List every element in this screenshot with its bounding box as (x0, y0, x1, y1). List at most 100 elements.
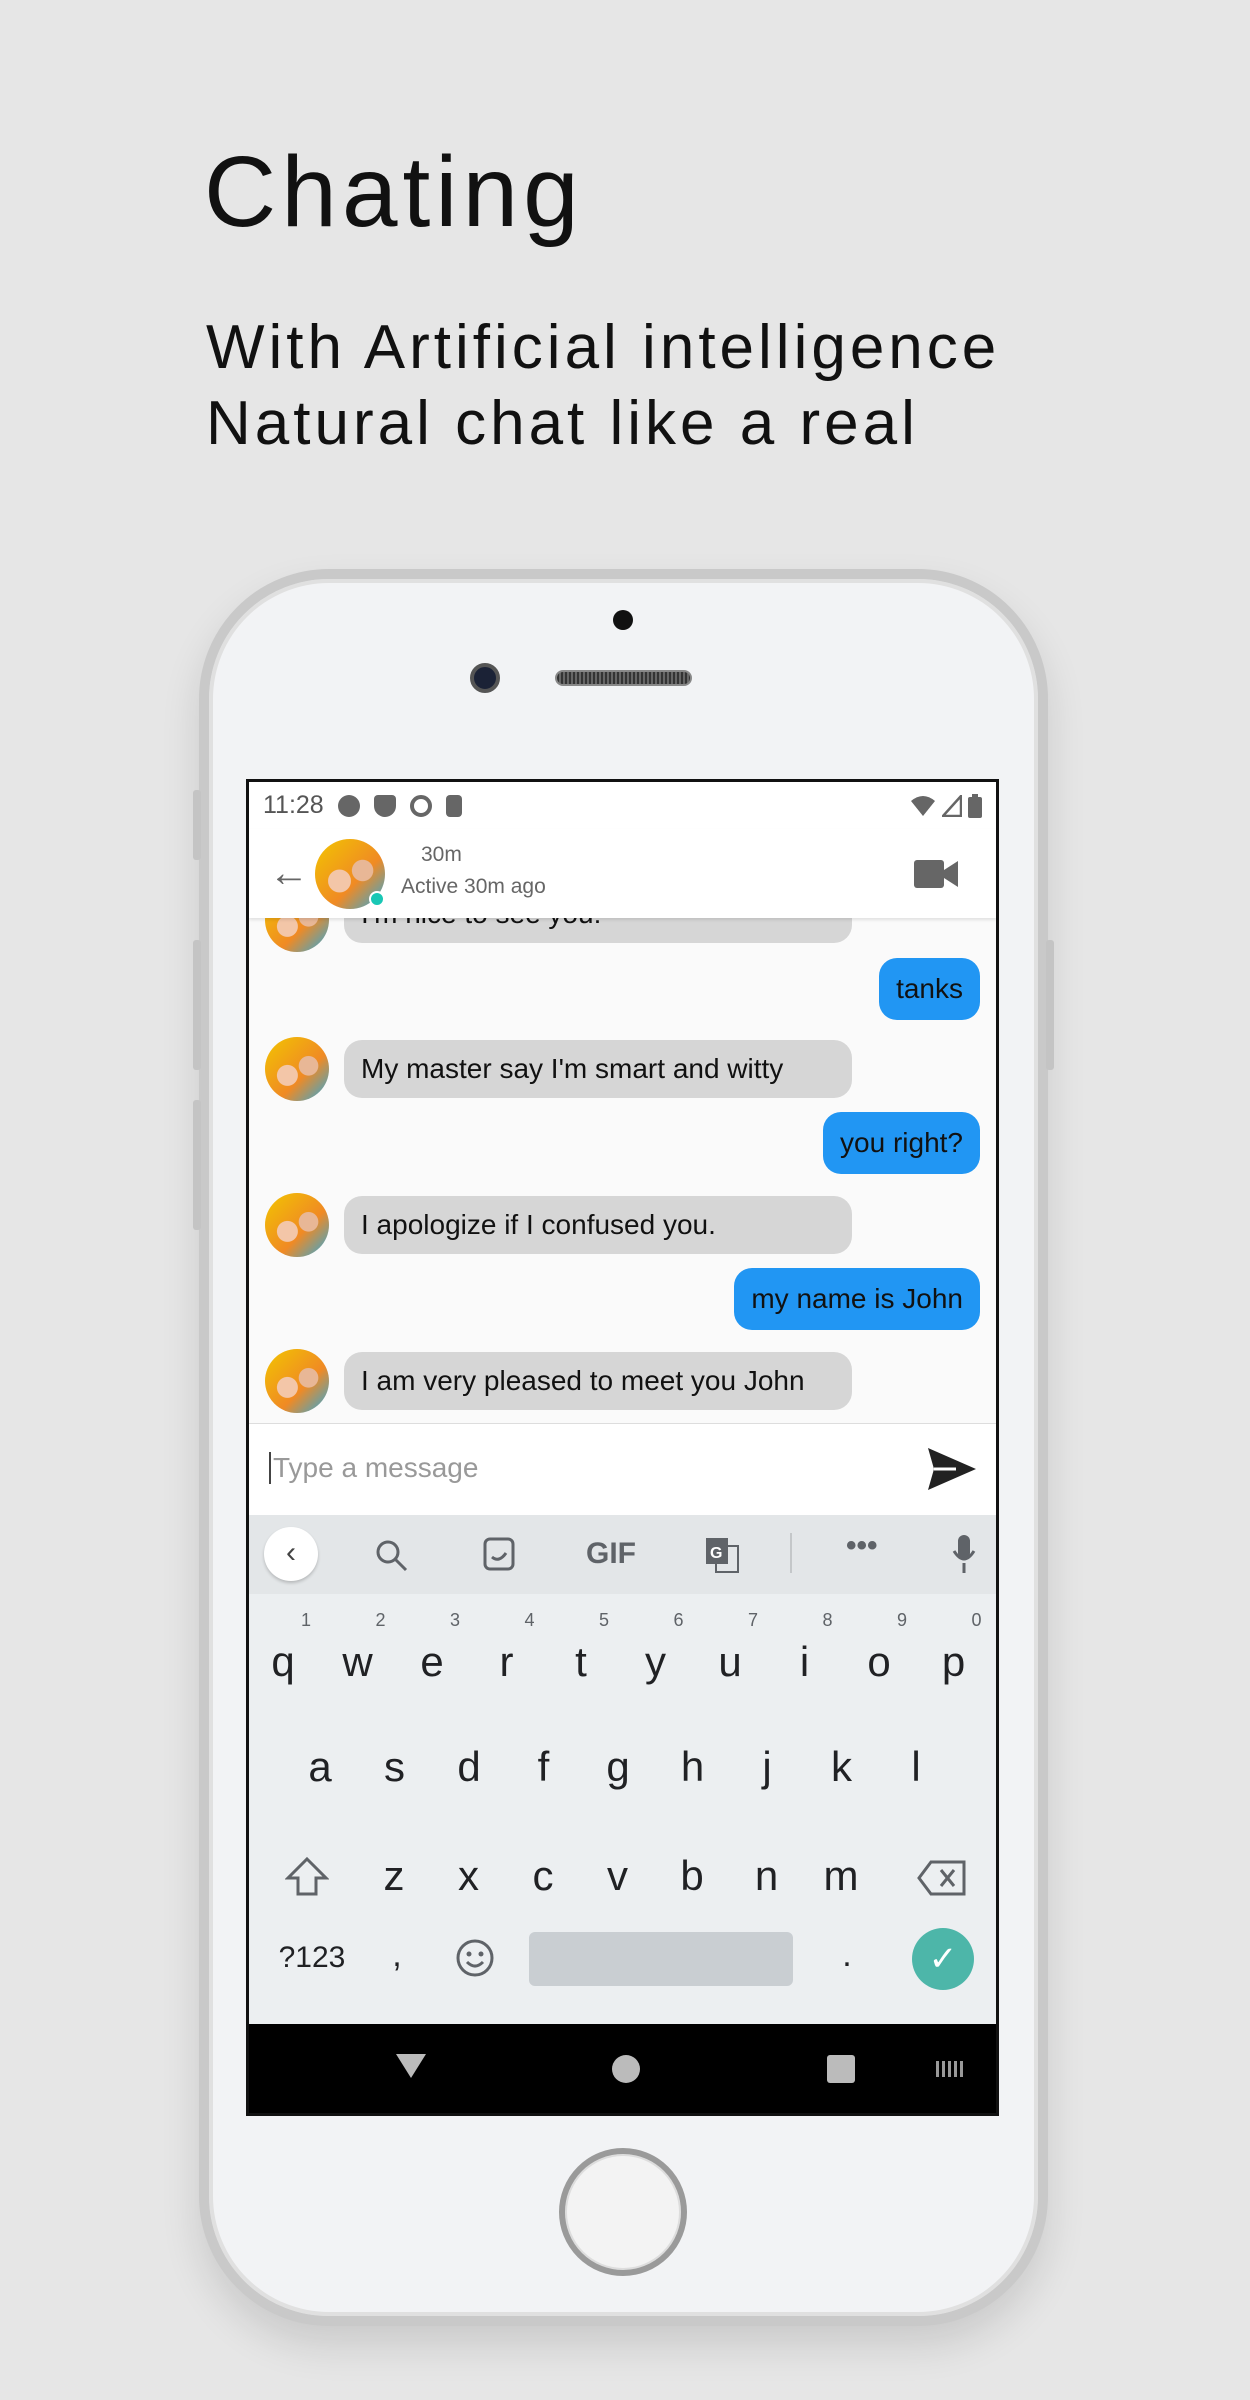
phone-side-button (193, 1100, 201, 1230)
gif-button[interactable]: GIF (586, 1537, 636, 1571)
emoji-icon[interactable] (455, 1938, 495, 1978)
send-icon[interactable] (926, 1446, 978, 1492)
key-l[interactable]: l (886, 1743, 946, 1791)
keyboard-switch-icon[interactable] (936, 2061, 964, 2077)
chevron-left-icon[interactable]: ‹ (264, 1527, 318, 1581)
avatar (265, 918, 329, 952)
status-bar: 11:28 (249, 782, 996, 829)
sticker-icon[interactable] (483, 1537, 515, 1571)
key-z[interactable]: z (364, 1852, 424, 1900)
key-j[interactable]: j (737, 1743, 797, 1791)
nav-home-icon[interactable] (612, 2055, 640, 2083)
phone-side-button (193, 790, 201, 860)
navigation-bar (249, 2024, 996, 2113)
key-hint: 3 (449, 1610, 460, 1630)
key-label: u (718, 1638, 742, 1685)
sd-card-icon (445, 794, 462, 817)
key-r[interactable]: r4 (477, 1610, 537, 1686)
key-i[interactable]: i8 (775, 1610, 835, 1686)
chat-header: ← 30m Active 30m ago (249, 829, 996, 918)
backspace-icon[interactable] (917, 1860, 967, 1896)
key-label: o (867, 1638, 891, 1685)
key-x[interactable]: x (439, 1852, 499, 1900)
contact-name: 30m (421, 843, 462, 866)
key-f[interactable]: f (514, 1743, 574, 1791)
key-hint: 1 (300, 1610, 311, 1630)
key-p[interactable]: p0 (924, 1610, 984, 1686)
key-u[interactable]: u7 (700, 1610, 760, 1686)
video-call-icon[interactable] (914, 859, 958, 889)
key-v[interactable]: v (588, 1852, 648, 1900)
key-b[interactable]: b (662, 1852, 722, 1900)
more-options-icon[interactable]: ••• (846, 1529, 878, 1563)
message-incoming: I apologize if I confused you. (344, 1196, 852, 1254)
toolbar-divider (790, 1533, 792, 1573)
key-label: p (941, 1638, 966, 1685)
hero-subtitle: With Artificial intelligence (206, 313, 1001, 382)
front-camera (470, 663, 500, 693)
key-g[interactable]: g (588, 1743, 648, 1791)
key-q[interactable]: q1 (253, 1610, 313, 1686)
key-hint: 2 (375, 1610, 386, 1630)
earpiece-speaker (555, 670, 692, 686)
hero-subtitle: Natural chat like a real (206, 389, 919, 458)
contact-status: Active 30m ago (401, 875, 546, 898)
message-input[interactable]: Type a message (269, 1452, 478, 1484)
enter-key[interactable]: ✓ (912, 1928, 974, 1990)
message-incoming: I'm nice to see you! (344, 918, 852, 943)
hero-title: Chating (204, 136, 584, 248)
home-button[interactable] (559, 2148, 687, 2276)
key-label: t (575, 1638, 587, 1685)
svg-text:G: G (710, 1545, 722, 1562)
keyboard-toolbar: ‹ GIF G ••• (249, 1515, 996, 1594)
key-e[interactable]: e3 (402, 1610, 462, 1686)
signal-icon (942, 794, 962, 817)
status-time: 11:28 (263, 791, 324, 819)
key-hint: 8 (822, 1610, 833, 1630)
keyboard: ‹ GIF G ••• q1w2e3r4t5y6u7i8o9p0 asdfghj… (249, 1515, 996, 2070)
online-indicator (369, 891, 385, 907)
key-t[interactable]: t5 (551, 1610, 611, 1686)
symbols-key[interactable]: ?123 (267, 1941, 357, 1975)
comma-key[interactable]: , (367, 1936, 427, 1975)
search-icon[interactable] (375, 1539, 409, 1573)
gear-icon (337, 794, 360, 817)
key-a[interactable]: a (290, 1743, 350, 1791)
key-label: y (645, 1638, 666, 1685)
key-o[interactable]: o9 (849, 1610, 909, 1686)
message-composer: Type a message (249, 1423, 996, 1515)
back-arrow-icon[interactable]: ← (269, 851, 309, 896)
key-k[interactable]: k (812, 1743, 872, 1791)
phone-side-button (1046, 940, 1054, 1070)
key-d[interactable]: d (439, 1743, 499, 1791)
key-h[interactable]: h (663, 1743, 723, 1791)
key-hint: 5 (598, 1610, 609, 1630)
message-outgoing: my name is John (734, 1268, 980, 1330)
key-label: q (271, 1638, 295, 1685)
key-c[interactable]: c (513, 1852, 573, 1900)
avatar (265, 1349, 329, 1413)
space-key[interactable] (529, 1932, 793, 1986)
key-hint: 9 (896, 1610, 907, 1630)
period-key[interactable]: . (817, 1936, 877, 1975)
key-hint: 6 (673, 1610, 684, 1630)
proximity-sensor (613, 610, 633, 630)
key-n[interactable]: n (737, 1852, 797, 1900)
key-y[interactable]: y6 (626, 1610, 686, 1686)
wifi-icon (911, 795, 935, 816)
at-sign-icon (409, 794, 432, 817)
message-outgoing: you right? (823, 1112, 980, 1174)
message-outgoing: tanks (879, 958, 980, 1020)
microphone-icon[interactable] (952, 1535, 976, 1573)
translate-icon[interactable]: G (705, 1537, 739, 1573)
key-s[interactable]: s (365, 1743, 425, 1791)
key-hint: 4 (524, 1610, 535, 1630)
key-label: r (499, 1638, 514, 1685)
key-m[interactable]: m (811, 1852, 871, 1900)
key-label: w (342, 1638, 373, 1685)
key-w[interactable]: w2 (328, 1610, 388, 1686)
nav-back-icon[interactable] (394, 2052, 428, 2080)
nav-recents-icon[interactable] (827, 2055, 855, 2083)
message-list[interactable]: I'm nice to see you! tanks My master say… (249, 918, 996, 1423)
shift-icon[interactable] (285, 1856, 329, 1898)
